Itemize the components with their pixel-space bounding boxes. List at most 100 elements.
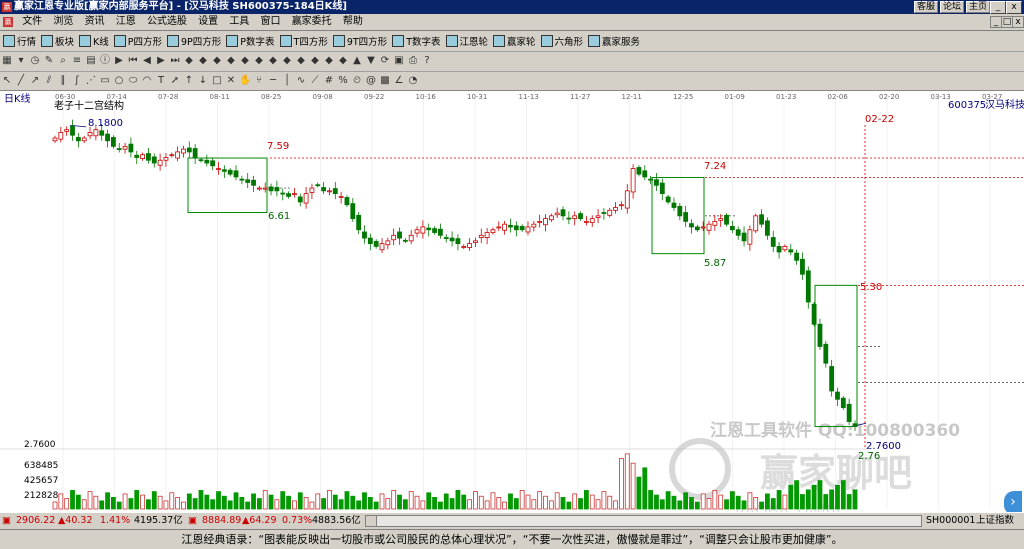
toolbar-button-4[interactable]: 9P四方形 xyxy=(167,33,221,48)
candle-body xyxy=(414,229,420,234)
minimize-button[interactable]: _ xyxy=(990,1,1006,14)
chart-mode-icon[interactable]: ▦ xyxy=(1,55,13,67)
menu-help[interactable]: 帮助 xyxy=(339,14,367,30)
menu-news[interactable]: 资讯 xyxy=(81,14,109,30)
fan-icon[interactable]: ⋰ xyxy=(85,75,97,87)
rect-icon[interactable]: □ xyxy=(211,75,223,87)
ellipse-icon[interactable]: ⬭ xyxy=(127,75,139,87)
diamond-icon[interactable]: ◆ xyxy=(309,55,321,67)
menu-tools[interactable]: 工具 xyxy=(225,14,253,30)
percent-icon[interactable]: % xyxy=(337,75,349,87)
diamond-icon[interactable]: ◆ xyxy=(323,55,335,67)
toolbar-button-1[interactable]: 板块 xyxy=(41,33,74,48)
menu-file[interactable]: 文件 xyxy=(18,14,46,30)
delete-icon[interactable]: ✕ xyxy=(225,75,237,87)
zoom-icon[interactable]: ⌕ xyxy=(57,55,69,67)
hline-icon[interactable]: ─ xyxy=(267,75,279,87)
diamond-icon[interactable]: ◆ xyxy=(253,55,265,67)
chart-canvas[interactable]: 06-30 07-14 07-28 08-11 08-25 09-08 09-22 10-16… xyxy=(0,91,1024,520)
angle-icon[interactable]: ∠ xyxy=(393,75,405,87)
diamond-icon[interactable]: ◆ xyxy=(197,55,209,67)
arrow-up-icon[interactable]: ▲ xyxy=(351,55,363,67)
arc-icon[interactable]: ◠ xyxy=(141,75,153,87)
diamond-icon[interactable]: ◆ xyxy=(239,55,251,67)
close-button[interactable]: x xyxy=(1006,1,1022,14)
menu-logo-icon[interactable]: 赢 xyxy=(3,17,13,27)
next-icon[interactable]: ▶ xyxy=(155,55,167,67)
f10-icon[interactable]: ▤ xyxy=(85,55,97,67)
diamond-icon[interactable]: ◆ xyxy=(267,55,279,67)
volume-bar xyxy=(327,490,332,510)
menu-trade[interactable]: 赢家委托 xyxy=(288,14,336,30)
dropdown-icon[interactable]: ▾ xyxy=(15,55,27,67)
toolbar-button-3[interactable]: P四方形 xyxy=(113,33,162,48)
toolbar-button-8[interactable]: T数字表 xyxy=(392,33,441,48)
last-icon[interactable]: ⏭ xyxy=(169,55,181,67)
info-icon[interactable]: ⓘ xyxy=(99,55,111,67)
line-icon[interactable]: ╱ xyxy=(15,75,27,87)
draw-icon[interactable]: ✎ xyxy=(43,55,55,67)
candle-body xyxy=(595,215,601,218)
text-icon[interactable]: T xyxy=(155,75,167,87)
cycle-icon[interactable]: ∿ xyxy=(295,75,307,87)
kline-chart[interactable]: 06-30 07-14 07-28 08-11 08-25 09-08 09-22 10-16… xyxy=(0,90,1024,520)
diamond-icon[interactable]: ◆ xyxy=(211,55,223,67)
diamond-icon[interactable]: ◆ xyxy=(295,55,307,67)
scroll-thumb[interactable] xyxy=(366,516,377,526)
circle-icon[interactable]: ○ xyxy=(113,75,125,87)
period-icon[interactable]: ◷ xyxy=(29,55,41,67)
toolbar-button-5[interactable]: P数字表 xyxy=(226,33,275,48)
square9-icon[interactable]: ▩ xyxy=(379,75,391,87)
toolbar-button-9[interactable]: 江恩轮 xyxy=(445,33,488,48)
link-customer-service[interactable]: 客服 xyxy=(913,1,938,13)
toolbar-button-10[interactable]: 赢家轮 xyxy=(493,33,536,48)
vline-icon[interactable]: │ xyxy=(281,75,293,87)
print-icon[interactable]: ⎙ xyxy=(407,55,419,67)
timezone-icon[interactable]: ⏲ xyxy=(351,75,363,87)
diamond-icon[interactable]: ◆ xyxy=(183,55,195,67)
horizontal-scrollbar[interactable] xyxy=(365,515,922,527)
toolbar-button-0[interactable]: 行情 xyxy=(3,33,36,48)
pie-icon[interactable]: ◔ xyxy=(407,75,419,87)
toolbar-button-2[interactable]: K线 xyxy=(79,33,109,48)
diamond-icon[interactable]: ◆ xyxy=(225,55,237,67)
candle-body xyxy=(134,154,140,158)
hand-icon[interactable]: ✋ xyxy=(239,75,251,87)
menu-settings[interactable]: 设置 xyxy=(194,14,222,30)
menu-browse[interactable]: 浏览 xyxy=(49,14,77,30)
help-icon[interactable]: ? xyxy=(421,55,433,67)
channel-icon[interactable]: ⫽ xyxy=(43,75,55,87)
gann-box-icon[interactable]: ▭ xyxy=(99,75,111,87)
save-icon[interactable]: ▣ xyxy=(393,55,405,67)
parallel-icon[interactable]: ∥ xyxy=(57,75,69,87)
spiral-icon[interactable]: @ xyxy=(365,75,377,87)
toolbar-button-7[interactable]: 9T四方形 xyxy=(332,33,387,48)
arrow-icon[interactable]: ➚ xyxy=(169,75,181,87)
menu-formula-screening[interactable]: 公式选股 xyxy=(143,14,191,30)
diamond-icon[interactable]: ◆ xyxy=(281,55,293,67)
volume-bar xyxy=(367,496,373,510)
menu-gann[interactable]: 江恩 xyxy=(112,14,140,30)
prev-icon[interactable]: ◀ xyxy=(141,55,153,67)
link-home[interactable]: 主页 xyxy=(965,1,990,13)
menu-window[interactable]: 窗口 xyxy=(257,14,285,30)
cursor-icon[interactable]: ↖ xyxy=(1,75,13,87)
list-icon[interactable]: ≡ xyxy=(71,55,83,67)
refresh-icon[interactable]: ⟳ xyxy=(379,55,391,67)
up-arrow-icon[interactable]: ↑ xyxy=(183,75,195,87)
ray-icon[interactable]: ↗ xyxy=(29,75,41,87)
mdi-close-button[interactable]: x xyxy=(1012,16,1024,28)
diamond-icon[interactable]: ◆ xyxy=(337,55,349,67)
fib-icon[interactable]: ʃ xyxy=(71,75,83,87)
fork-icon[interactable]: ⑂ xyxy=(253,75,265,87)
arrow-down-icon[interactable]: ▼ xyxy=(365,55,377,67)
link-forum[interactable]: 论坛 xyxy=(939,1,964,13)
toolbar-button-12[interactable]: 赢家服务 xyxy=(588,33,640,48)
play-icon[interactable]: ▶ xyxy=(113,55,125,67)
gann-grid-icon[interactable]: # xyxy=(323,75,335,87)
gann-fan-icon[interactable]: ⟋ xyxy=(309,75,321,87)
first-icon[interactable]: ⏮ xyxy=(127,55,139,67)
toolbar-button-11[interactable]: 六角形 xyxy=(540,33,583,48)
down-arrow-icon[interactable]: ↓ xyxy=(197,75,209,87)
toolbar-button-6[interactable]: T四方形 xyxy=(279,33,328,48)
